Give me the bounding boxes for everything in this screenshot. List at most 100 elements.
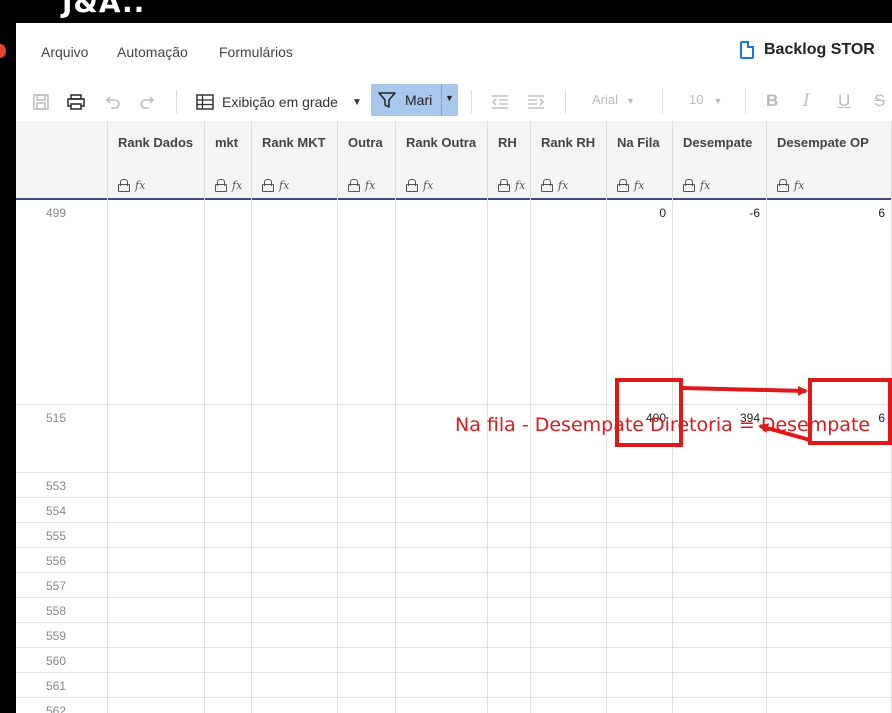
- table-cell[interactable]: [108, 548, 205, 572]
- row-number[interactable]: 562: [16, 704, 108, 713]
- row-number[interactable]: 560: [16, 654, 108, 668]
- lock-icon[interactable]: [683, 179, 695, 192]
- table-cell[interactable]: [396, 598, 488, 622]
- formula-icon[interactable]: fx: [634, 179, 644, 192]
- table-cell[interactable]: [767, 573, 892, 597]
- formula-icon[interactable]: fx: [423, 179, 433, 192]
- table-cell[interactable]: [205, 473, 252, 497]
- indent-icon[interactable]: [526, 91, 546, 113]
- view-selector[interactable]: Exibição em grade ▼: [196, 89, 362, 115]
- font-size-select[interactable]: 10 ▼: [689, 92, 722, 107]
- table-cell[interactable]: [767, 623, 892, 647]
- column-header[interactable]: RH fx: [488, 121, 531, 200]
- table-cell[interactable]: [673, 498, 767, 522]
- table-row[interactable]: 554: [16, 498, 892, 523]
- formula-icon[interactable]: fx: [515, 179, 525, 192]
- table-cell[interactable]: [338, 523, 396, 547]
- formula-icon[interactable]: fx: [279, 179, 289, 192]
- table-cell[interactable]: [108, 573, 205, 597]
- row-number[interactable]: 553: [16, 479, 108, 493]
- table-cell[interactable]: [767, 473, 892, 497]
- filter-dropdown-icon[interactable]: ▼: [445, 93, 454, 103]
- table-cell[interactable]: [531, 548, 607, 572]
- table-cell[interactable]: [531, 673, 607, 697]
- table-cell[interactable]: [488, 573, 531, 597]
- table-cell[interactable]: [205, 498, 252, 522]
- table-cell[interactable]: [673, 648, 767, 672]
- table-cell[interactable]: [108, 698, 205, 713]
- corner-cell[interactable]: [16, 121, 108, 200]
- table-row[interactable]: 559: [16, 623, 892, 648]
- table-cell[interactable]: [488, 548, 531, 572]
- table-cell[interactable]: [108, 200, 205, 404]
- lock-icon[interactable]: [348, 179, 360, 192]
- table-cell[interactable]: [607, 523, 673, 547]
- row-number[interactable]: 515: [16, 411, 108, 425]
- table-cell[interactable]: [252, 200, 338, 404]
- table-cell[interactable]: [396, 473, 488, 497]
- table-cell[interactable]: [205, 523, 252, 547]
- table-cell[interactable]: [488, 698, 531, 713]
- lock-icon[interactable]: [617, 179, 629, 192]
- column-header[interactable]: Rank RH fx: [531, 121, 607, 200]
- table-cell[interactable]: [767, 548, 892, 572]
- table-cell[interactable]: [607, 623, 673, 647]
- table-cell[interactable]: [607, 673, 673, 697]
- table-cell[interactable]: [252, 623, 338, 647]
- bold-button[interactable]: B: [766, 91, 778, 111]
- table-cell[interactable]: [338, 623, 396, 647]
- table-cell[interactable]: [338, 473, 396, 497]
- row-number[interactable]: 559: [16, 629, 108, 643]
- table-cell[interactable]: [108, 473, 205, 497]
- table-cell[interactable]: [767, 523, 892, 547]
- column-header[interactable]: Rank Outra fx: [396, 121, 488, 200]
- table-cell[interactable]: [607, 498, 673, 522]
- table-cell[interactable]: [205, 200, 252, 404]
- table-cell[interactable]: [338, 698, 396, 713]
- table-cell[interactable]: [767, 673, 892, 697]
- table-cell[interactable]: [205, 673, 252, 697]
- table-cell[interactable]: [338, 573, 396, 597]
- table-cell[interactable]: [396, 200, 488, 404]
- strikethrough-button[interactable]: S: [874, 91, 885, 111]
- table-cell[interactable]: [396, 673, 488, 697]
- table-cell[interactable]: [108, 523, 205, 547]
- table-cell[interactable]: [531, 200, 607, 404]
- column-header[interactable]: Desempate OP fx: [767, 121, 892, 200]
- table-cell[interactable]: [396, 523, 488, 547]
- menu-arquivo[interactable]: Arquivo: [41, 44, 88, 60]
- table-cell[interactable]: [607, 598, 673, 622]
- formula-icon[interactable]: fx: [794, 179, 804, 192]
- table-row[interactable]: 558: [16, 598, 892, 623]
- column-header[interactable]: mkt fx: [205, 121, 252, 200]
- table-cell[interactable]: [205, 623, 252, 647]
- table-cell[interactable]: [108, 623, 205, 647]
- table-cell[interactable]: [338, 648, 396, 672]
- underline-button[interactable]: U: [838, 91, 850, 111]
- table-cell[interactable]: [607, 473, 673, 497]
- row-number[interactable]: 561: [16, 679, 108, 693]
- table-cell[interactable]: [673, 573, 767, 597]
- table-cell[interactable]: [673, 598, 767, 622]
- table-cell[interactable]: [338, 405, 396, 472]
- table-cell[interactable]: [338, 673, 396, 697]
- menu-automacao[interactable]: Automação: [117, 44, 188, 60]
- table-cell[interactable]: [607, 548, 673, 572]
- column-header[interactable]: Desempate fx: [673, 121, 767, 200]
- table-row[interactable]: 557: [16, 573, 892, 598]
- table-cell[interactable]: [673, 548, 767, 572]
- table-cell[interactable]: [108, 498, 205, 522]
- lock-icon[interactable]: [498, 179, 510, 192]
- formula-icon[interactable]: fx: [700, 179, 710, 192]
- formula-icon[interactable]: fx: [365, 179, 375, 192]
- row-number[interactable]: 556: [16, 554, 108, 568]
- table-cell[interactable]: [488, 673, 531, 697]
- table-cell[interactable]: [396, 548, 488, 572]
- table-cell[interactable]: [673, 698, 767, 713]
- lock-icon[interactable]: [541, 179, 553, 192]
- table-cell[interactable]: -6: [673, 200, 767, 404]
- table-cell[interactable]: [396, 623, 488, 647]
- table-cell[interactable]: [767, 648, 892, 672]
- formula-icon[interactable]: fx: [232, 179, 242, 192]
- table-cell[interactable]: [396, 573, 488, 597]
